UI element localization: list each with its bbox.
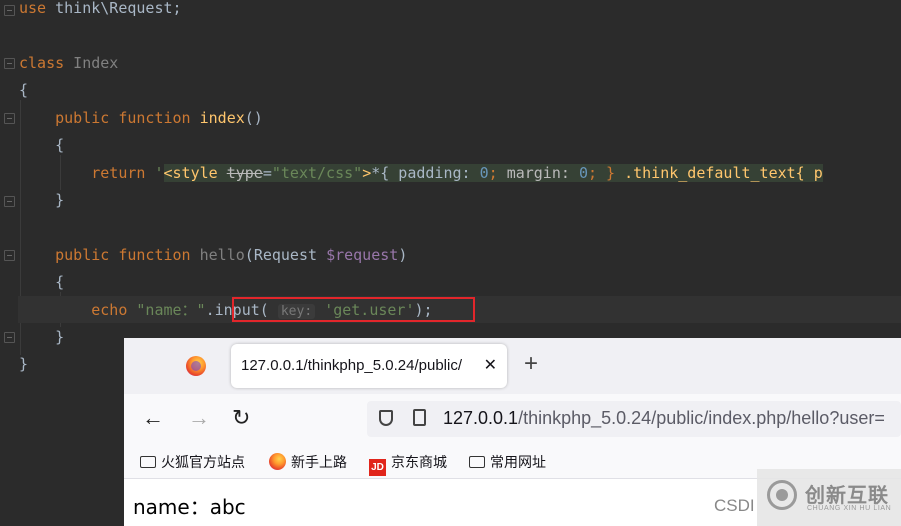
watermark-en-text: CHUANG XIN HU LIAN <box>807 505 892 512</box>
page-output-text: name：abc <box>133 495 246 519</box>
editor-gutter <box>0 0 18 526</box>
browser-window: 127.0.0.1/thinkphp_5.0.24/public/ ✕ + ← … <box>124 338 901 526</box>
navigation-bar: ← → ↻ 127.0.0.1/thinkphp_5.0.24/public/i… <box>124 394 901 444</box>
code-line-method-index: public function index() <box>55 109 263 127</box>
fold-marker-icon[interactable] <box>4 250 15 261</box>
bookmark-common-sites[interactable]: 常用网址 <box>469 452 546 472</box>
code-line-brace: } <box>19 355 29 373</box>
tab-active[interactable]: 127.0.0.1/thinkphp_5.0.24/public/ ✕ <box>231 344 507 388</box>
url-bar[interactable]: 127.0.0.1/thinkphp_5.0.24/public/index.p… <box>367 401 901 437</box>
url-text[interactable]: 127.0.0.1/thinkphp_5.0.24/public/index.p… <box>443 408 885 429</box>
jd-icon: JD <box>369 459 386 476</box>
code-line-class: class Index <box>19 54 119 72</box>
csdn-watermark: CSDI <box>714 496 755 515</box>
code-line-brace: { <box>19 81 29 99</box>
new-tab-button[interactable]: + <box>524 352 538 376</box>
folder-icon <box>469 456 485 468</box>
bookmark-getting-started[interactable]: 新手上路 <box>269 452 347 472</box>
fold-marker-icon[interactable] <box>4 196 15 207</box>
code-line-method-hello: public function hello(Request $request) <box>55 246 408 264</box>
fold-marker-icon[interactable] <box>4 5 15 16</box>
page-icon[interactable] <box>413 409 426 426</box>
tab-title: 127.0.0.1/thinkphp_5.0.24/public/ <box>241 357 463 374</box>
back-icon[interactable]: ← <box>142 403 164 433</box>
watermark-badge: 创新互联 CHUANG XIN HU LIAN <box>757 469 901 526</box>
fold-marker-icon[interactable] <box>4 58 15 69</box>
watermark-cn-text: 创新互联 <box>805 485 889 507</box>
watermark-logo-icon <box>767 480 797 510</box>
code-line-brace: } <box>55 328 65 346</box>
code-line-brace: { <box>55 273 65 291</box>
code-line-use: use think\Request; <box>19 0 182 17</box>
code-line-brace: { <box>55 136 65 154</box>
fold-marker-icon[interactable] <box>4 332 15 343</box>
shield-icon[interactable] <box>379 410 393 426</box>
folder-icon <box>140 456 156 468</box>
bookmark-firefox-official[interactable]: 火狐官方站点 <box>140 452 245 472</box>
close-icon[interactable]: ✕ <box>484 355 497 375</box>
code-line-brace: } <box>55 191 65 209</box>
reload-icon[interactable]: ↻ <box>232 403 250 433</box>
firefox-icon <box>269 453 286 470</box>
tab-strip: 127.0.0.1/thinkphp_5.0.24/public/ ✕ + <box>124 338 901 394</box>
forward-icon[interactable]: → <box>188 403 210 433</box>
code-line-return: return '<style type="text/css">*{ paddin… <box>91 164 823 182</box>
fold-marker-icon[interactable] <box>4 113 15 124</box>
highlight-box <box>232 297 475 322</box>
firefox-icon[interactable] <box>186 356 206 376</box>
bookmark-jd[interactable]: JD 京东商城 <box>369 452 447 476</box>
